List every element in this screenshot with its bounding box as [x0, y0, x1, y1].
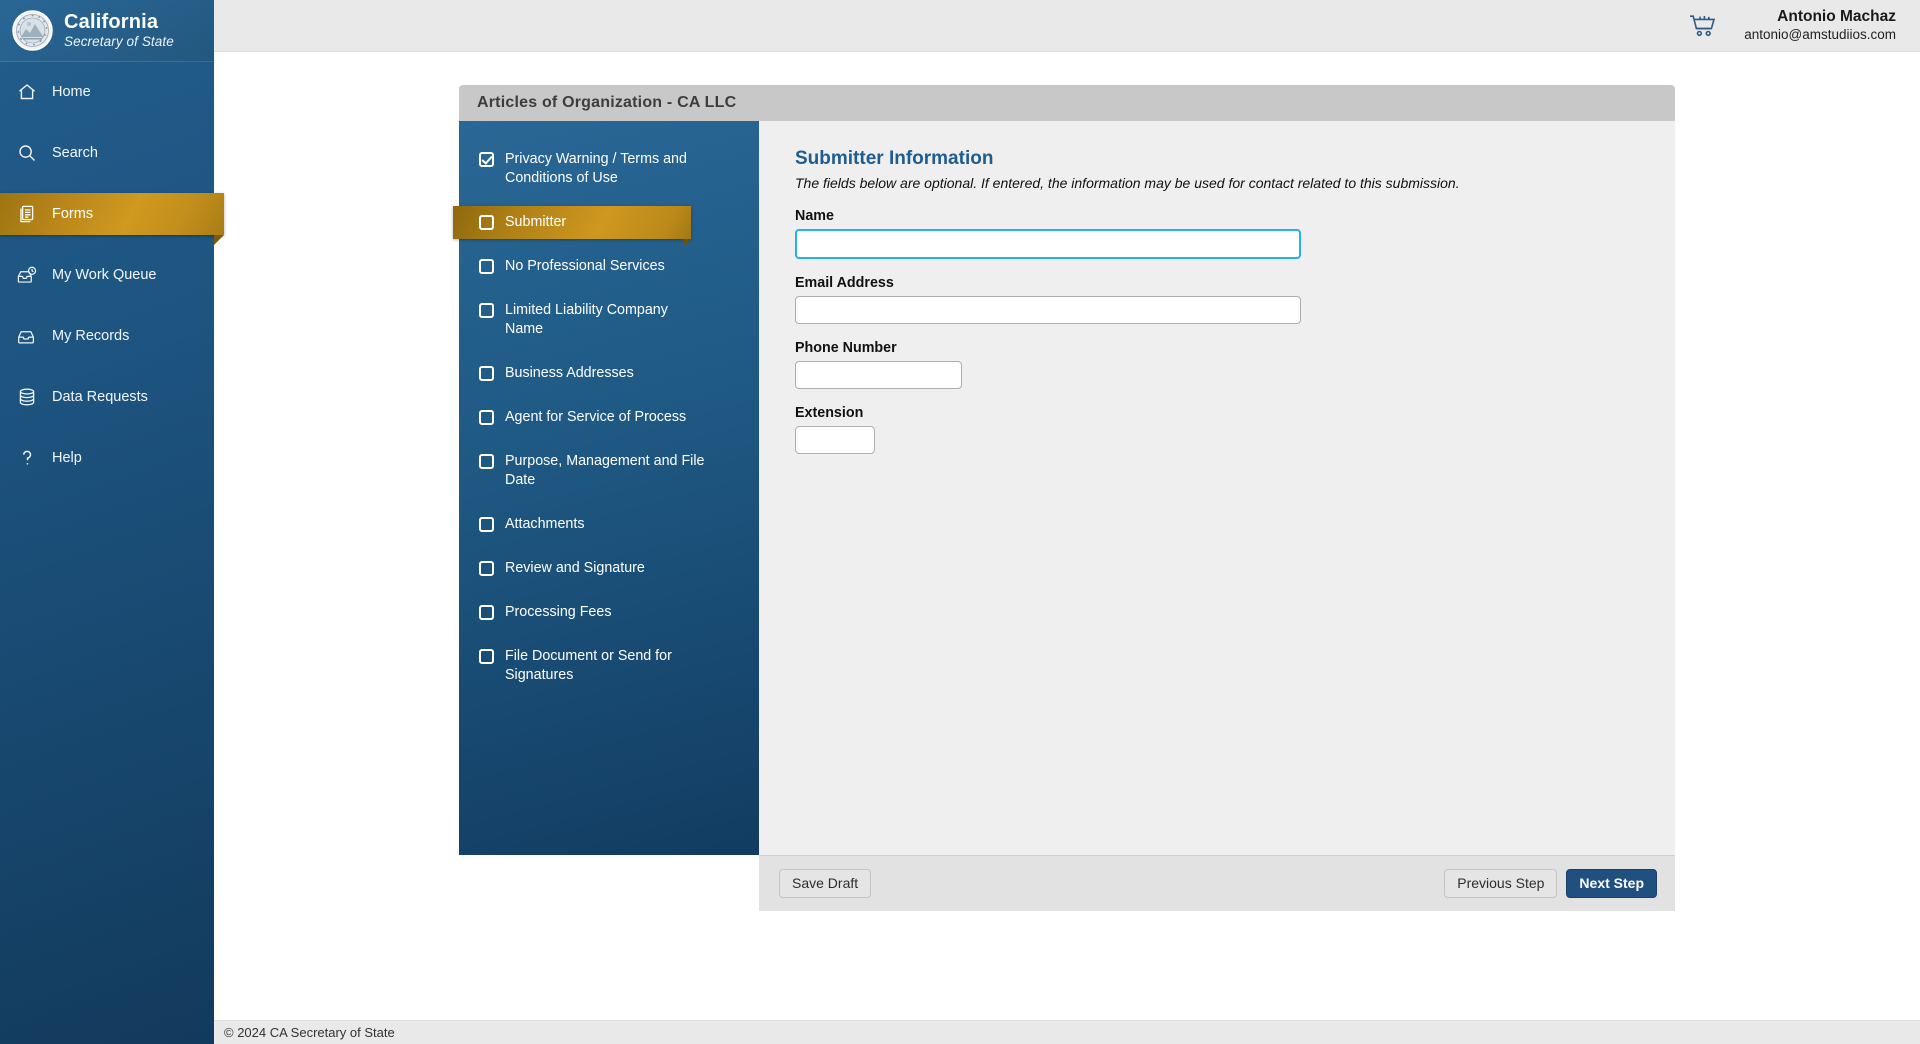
extension-field[interactable]: [795, 426, 875, 454]
step-item[interactable]: Limited Liability Company Name: [459, 294, 759, 346]
form-action-bar: Save Draft Previous Step Next Step: [759, 855, 1675, 911]
sidebar-item-my-work-queue[interactable]: My Work Queue: [0, 254, 214, 296]
sidebar-item-search[interactable]: Search: [0, 132, 214, 174]
step-item-label: Limited Liability Company Name: [505, 301, 705, 339]
sidebar: California Secretary of State Home: [0, 0, 214, 1044]
section-note: The fields below are optional. If entere…: [795, 175, 1645, 191]
user-name: Antonio Machaz: [1744, 7, 1896, 26]
work-queue-icon: [16, 265, 37, 286]
step-item-label: Purpose, Management and File Date: [505, 452, 705, 490]
checkbox-icon[interactable]: [479, 366, 494, 381]
step-item-label: Attachments: [505, 515, 584, 534]
step-item[interactable]: Processing Fees: [459, 596, 759, 629]
email-field[interactable]: [795, 296, 1301, 324]
phone-number-field-group: Phone Number: [795, 340, 1645, 389]
extension-field-label: Extension: [795, 405, 1645, 421]
brand-text: California Secretary of State: [64, 12, 174, 49]
copyright-text: © 2024 CA Secretary of State: [224, 1025, 395, 1040]
email-field-group: Email Address: [795, 275, 1645, 324]
name-field-group: Name: [795, 208, 1645, 259]
step-item-label: Business Addresses: [505, 364, 634, 383]
brand-title: California: [64, 12, 174, 33]
step-item[interactable]: File Document or Send for Signatures: [459, 640, 759, 692]
step-item-label: Privacy Warning / Terms and Conditions o…: [505, 150, 705, 188]
step-nav-buttons: Previous Step Next Step: [1444, 869, 1657, 898]
brand-subtitle: Secretary of State: [64, 35, 174, 49]
step-item[interactable]: Business Addresses: [459, 357, 759, 390]
checkbox-icon[interactable]: [479, 561, 494, 576]
step-item[interactable]: Purpose, Management and File Date: [459, 445, 759, 497]
sidebar-item-label: Home: [52, 84, 91, 100]
sidebar-item-label: Forms: [52, 206, 93, 222]
save-draft-button[interactable]: Save Draft: [779, 869, 871, 898]
step-item-label: Processing Fees: [505, 603, 611, 622]
page-footer: © 2024 CA Secretary of State: [214, 1020, 1920, 1044]
sidebar-item-label: Search: [52, 145, 98, 161]
previous-step-button[interactable]: Previous Step: [1444, 869, 1557, 898]
step-item[interactable]: Submitter: [453, 206, 691, 239]
sidebar-item-help[interactable]: Help: [0, 437, 214, 479]
step-item[interactable]: Review and Signature: [459, 552, 759, 585]
next-step-button[interactable]: Next Step: [1566, 869, 1657, 898]
name-field[interactable]: [795, 229, 1301, 259]
step-item-label: No Professional Services: [505, 257, 665, 276]
form-card-title: Articles of Organization - CA LLC: [459, 85, 1675, 121]
california-state-seal-icon: [12, 10, 53, 51]
checkbox-icon[interactable]: [479, 454, 494, 469]
database-icon: [16, 387, 37, 408]
sidebar-item-label: Data Requests: [52, 389, 148, 405]
forms-icon: [16, 204, 37, 225]
checkbox-icon[interactable]: [479, 259, 494, 274]
checkbox-icon[interactable]: [479, 410, 494, 425]
sidebar-item-label: My Work Queue: [52, 267, 157, 283]
question-mark-icon: [16, 448, 37, 469]
step-item-label: File Document or Send for Signatures: [505, 647, 705, 685]
sidebar-item-label: Help: [52, 450, 82, 466]
extension-field-group: Extension: [795, 405, 1645, 454]
sidebar-nav: Home Search Forms: [0, 62, 214, 479]
step-item[interactable]: Agent for Service of Process: [459, 401, 759, 434]
user-email: antonio@amstudiios.com: [1744, 27, 1896, 44]
step-item[interactable]: Attachments: [459, 508, 759, 541]
step-item[interactable]: Privacy Warning / Terms and Conditions o…: [459, 143, 759, 195]
phone-number-field-label: Phone Number: [795, 340, 1645, 356]
sidebar-item-home[interactable]: Home: [0, 71, 214, 113]
application-window: California Secretary of State Home: [0, 0, 1920, 1044]
form-card: Articles of Organization - CA LLC Privac…: [459, 85, 1675, 911]
checkbox-checked-icon[interactable]: [479, 152, 494, 167]
checkbox-icon[interactable]: [479, 517, 494, 532]
user-account-block[interactable]: Antonio Machaz antonio@amstudiios.com: [1744, 7, 1896, 44]
main-content: Articles of Organization - CA LLC Privac…: [214, 52, 1920, 1020]
step-item-label: Review and Signature: [505, 559, 645, 578]
checkbox-icon[interactable]: [479, 605, 494, 620]
form-card-body: Privacy Warning / Terms and Conditions o…: [459, 121, 1675, 855]
name-field-label: Name: [795, 208, 1645, 224]
step-item-label: Submitter: [505, 213, 566, 232]
checkbox-icon[interactable]: [479, 649, 494, 664]
sidebar-item-label: My Records: [52, 328, 129, 344]
phone-number-field[interactable]: [795, 361, 962, 389]
home-icon: [16, 82, 37, 103]
section-title: Submitter Information: [795, 148, 1645, 170]
sidebar-item-forms[interactable]: Forms: [0, 193, 224, 235]
sidebar-item-my-records[interactable]: My Records: [0, 315, 214, 357]
step-item-label: Agent for Service of Process: [505, 408, 686, 427]
shopping-cart-icon[interactable]: [1688, 13, 1718, 39]
email-field-label: Email Address: [795, 275, 1645, 291]
step-item[interactable]: No Professional Services: [459, 250, 759, 283]
top-bar: Antonio Machaz antonio@amstudiios.com: [214, 0, 1920, 52]
search-icon: [16, 143, 37, 164]
form-fields: Name Email Address Phone Number Extension: [795, 208, 1645, 454]
checkbox-icon[interactable]: [479, 303, 494, 318]
form-steps-panel: Privacy Warning / Terms and Conditions o…: [459, 121, 759, 855]
brand-header: California Secretary of State: [0, 0, 214, 62]
checkbox-icon[interactable]: [479, 215, 494, 230]
submitter-form-panel: Submitter Information The fields below a…: [759, 121, 1675, 855]
sidebar-item-data-requests[interactable]: Data Requests: [0, 376, 214, 418]
records-icon: [16, 326, 37, 347]
